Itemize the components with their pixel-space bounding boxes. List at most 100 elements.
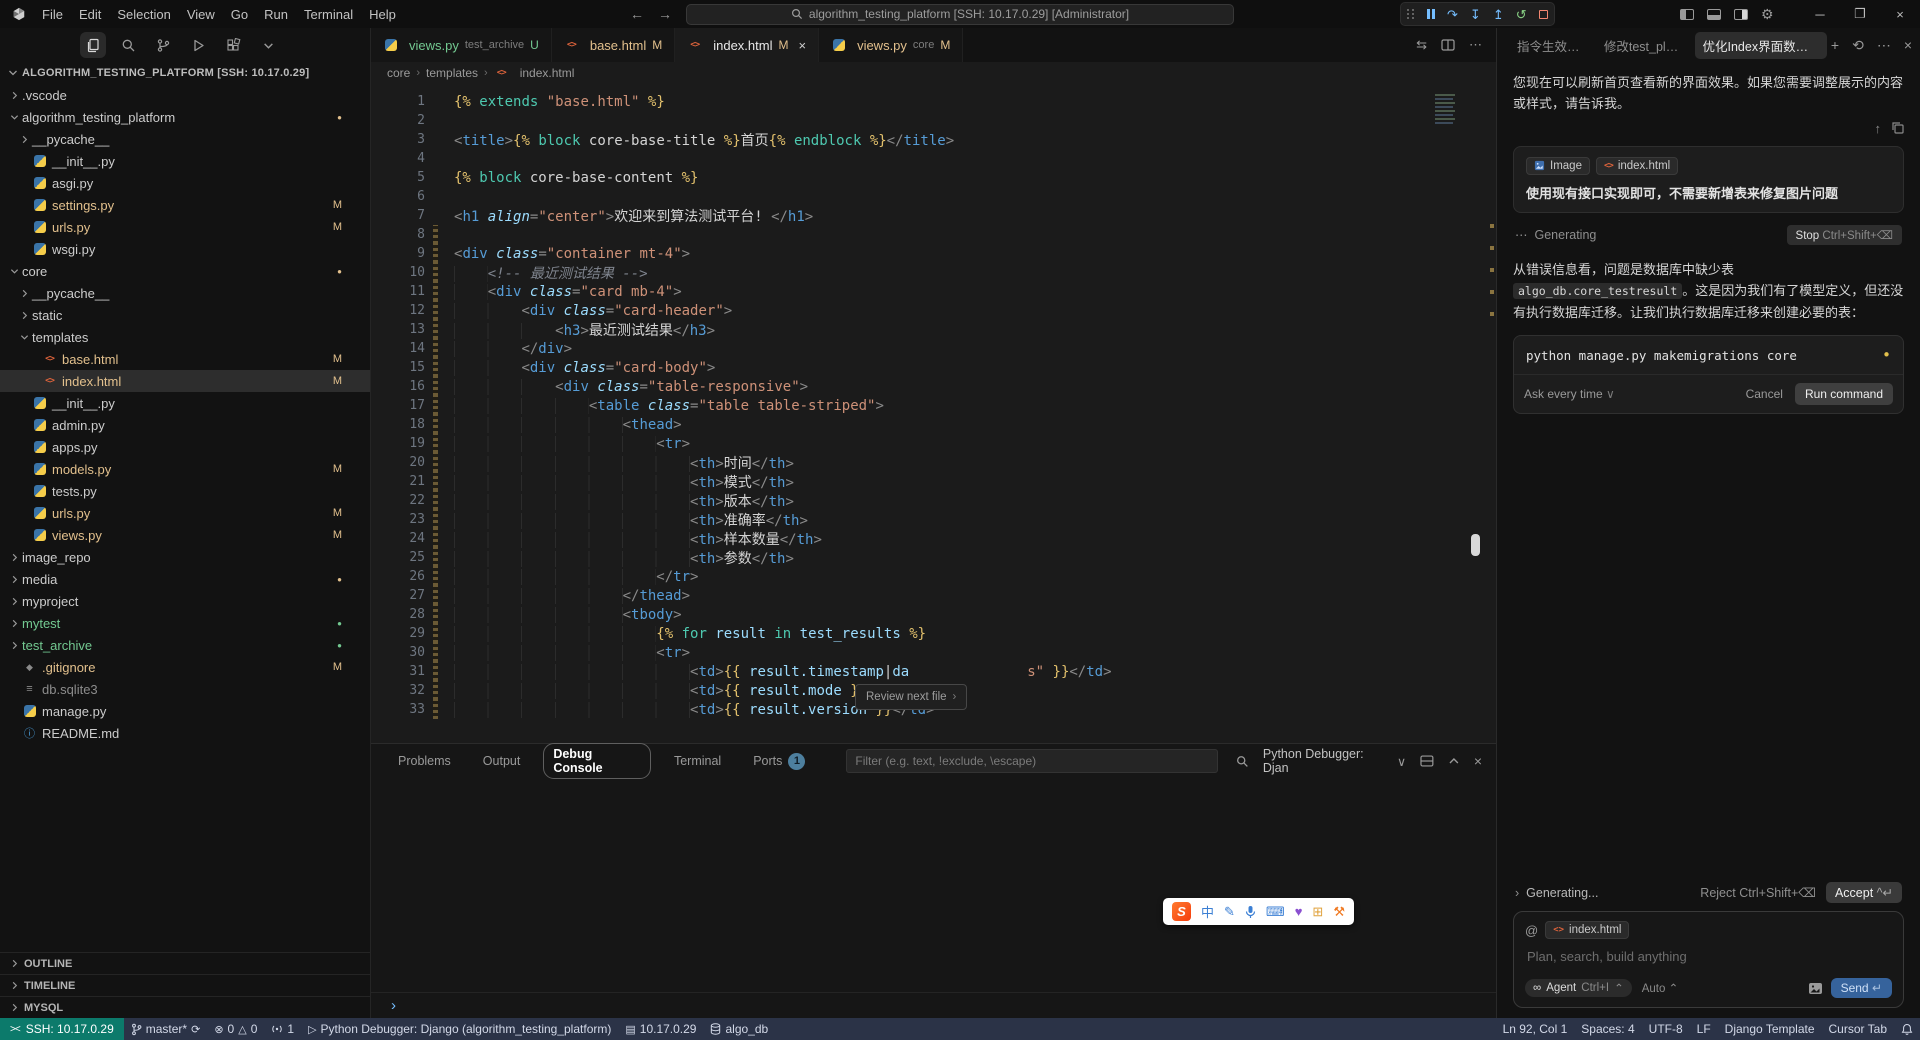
- accept-button[interactable]: Accept ^↵: [1825, 882, 1902, 903]
- minimap[interactable]: [1432, 92, 1458, 126]
- ask-every-time-dropdown[interactable]: Ask every time ∨: [1524, 387, 1615, 401]
- problems-item[interactable]: ⊗ 0 △ 0: [207, 1022, 264, 1036]
- sogou-logo-icon[interactable]: S: [1172, 902, 1191, 921]
- minimize-button[interactable]: ─: [1800, 0, 1840, 28]
- tree-item-test_archive[interactable]: test_archive ●: [0, 634, 370, 656]
- tree-item-algorithm_testing_platform[interactable]: algorithm_testing_platform ●: [0, 106, 370, 128]
- ime-toolbar[interactable]: S 中 ✎ ⌨ ♥ ⊞ ⚒: [1163, 898, 1354, 925]
- breadcrumb[interactable]: core › templates › <> index.html: [371, 62, 1496, 84]
- tree-item-tests.py[interactable]: tests.py: [0, 480, 370, 502]
- tree-item-templates[interactable]: templates: [0, 326, 370, 348]
- customize-layout-gear-icon[interactable]: ⚙: [1761, 6, 1774, 23]
- tree-item-urls.py[interactable]: urls.py M: [0, 502, 370, 524]
- tree-item-image_repo[interactable]: image_repo: [0, 546, 370, 568]
- run-command-button[interactable]: Run command: [1794, 383, 1893, 406]
- close-tab-icon[interactable]: ×: [798, 38, 806, 53]
- toggle-primary-sidebar-icon[interactable]: [1680, 8, 1694, 20]
- more-actions-icon[interactable]: ⋯: [1469, 37, 1482, 53]
- microphone-icon[interactable]: [1245, 905, 1256, 919]
- tree-item-static[interactable]: static: [0, 304, 370, 326]
- indentation-item[interactable]: Spaces: 4: [1574, 1022, 1641, 1036]
- split-editor-icon[interactable]: [1441, 39, 1455, 51]
- menu-run[interactable]: Run: [256, 4, 296, 25]
- cursor-position-item[interactable]: Ln 92, Col 1: [1496, 1022, 1575, 1036]
- tab-base.html[interactable]: <> base.html M: [551, 28, 676, 62]
- toggle-panel-icon[interactable]: [1707, 8, 1721, 20]
- debug-filter-input[interactable]: [846, 749, 1219, 773]
- panel-tab-terminal[interactable]: Terminal: [665, 751, 730, 771]
- menu-selection[interactable]: Selection: [109, 4, 178, 25]
- debug-session-item[interactable]: ▷ Python Debugger: Django (algorithm_tes…: [301, 1022, 618, 1036]
- nav-back-icon[interactable]: ←: [630, 6, 644, 22]
- breadcrumb-item-index.html[interactable]: index.html: [520, 66, 575, 80]
- tree-item-__init__.py[interactable]: __init__.py: [0, 150, 370, 172]
- sidebar-section-timeline[interactable]: TIMELINE: [0, 974, 370, 996]
- reject-button[interactable]: Reject Ctrl+Shift+⌫: [1700, 885, 1816, 900]
- language-mode-item[interactable]: Django Template: [1718, 1022, 1822, 1036]
- ai-chat-tab[interactable]: 修改test_plan字: [1596, 32, 1691, 59]
- tree-item-.gitignore[interactable]: ◆ .gitignore M: [0, 656, 370, 678]
- tree-item-views.py[interactable]: views.py M: [0, 524, 370, 546]
- handwriting-pen-icon[interactable]: ✎: [1224, 904, 1235, 920]
- chevron-down-icon[interactable]: [255, 32, 281, 58]
- code-editor[interactable]: 1 {% extends "base.html" %} 2 3 <title>{% bl…: [371, 84, 1496, 743]
- panel-tab-output[interactable]: Output: [474, 751, 530, 771]
- extensions-icon[interactable]: [220, 32, 246, 58]
- tree-item-README.md[interactable]: ⓘ README.md: [0, 722, 370, 744]
- image-attachment-chip[interactable]: Image: [1526, 156, 1590, 175]
- breadcrumb-item-core[interactable]: core: [387, 66, 410, 80]
- panel-tab-problems[interactable]: Problems: [389, 751, 460, 771]
- tree-item-settings.py[interactable]: settings.py M: [0, 194, 370, 216]
- pause-button[interactable]: [1427, 9, 1435, 19]
- notifications-bell-icon[interactable]: [1894, 1023, 1920, 1036]
- breadcrumb-item-templates[interactable]: templates: [426, 66, 478, 80]
- chat-input-card[interactable]: @ <> index.html Plan, search, build anyt…: [1513, 911, 1904, 1008]
- panel-tab-debug-console[interactable]: Debug Console: [543, 743, 651, 779]
- copy-icon[interactable]: [1891, 121, 1904, 134]
- tree-item-asgi.py[interactable]: asgi.py: [0, 172, 370, 194]
- tab-index.html[interactable]: <> index.html M ×: [675, 28, 820, 62]
- scroll-up-icon[interactable]: ↑: [1875, 121, 1882, 136]
- tree-item-db.sqlite3[interactable]: ≡ db.sqlite3: [0, 678, 370, 700]
- tab-views.py-test_archive[interactable]: views.py test_archive U: [371, 28, 552, 62]
- drag-handle-icon[interactable]: [1407, 9, 1415, 19]
- tree-item-wsgi.py[interactable]: wsgi.py: [0, 238, 370, 260]
- git-branch-item[interactable]: master* ⟳: [124, 1022, 208, 1036]
- cursor-tab-item[interactable]: Cursor Tab: [1822, 1022, 1894, 1036]
- source-control-icon[interactable]: [150, 32, 176, 58]
- tree-item-core[interactable]: core ●: [0, 260, 370, 282]
- tree-item-media[interactable]: media ●: [0, 568, 370, 590]
- attach-image-icon[interactable]: [1808, 982, 1823, 995]
- keyboard-icon[interactable]: ⌨: [1266, 904, 1285, 920]
- run-debug-icon[interactable]: [185, 32, 211, 58]
- panel-tab-ports[interactable]: Ports 1: [744, 750, 814, 773]
- workspace-root-row[interactable]: ALGORITHM_TESTING_PLATFORM [SSH: 10.17.0…: [0, 62, 370, 84]
- host-item[interactable]: ▤ 10.17.0.29: [618, 1022, 703, 1036]
- tree-item-.vscode[interactable]: .vscode: [0, 84, 370, 106]
- tree-item-manage.py[interactable]: manage.py: [0, 700, 370, 722]
- restore-button[interactable]: ❐: [1840, 0, 1880, 28]
- debug-repl-prompt[interactable]: ›: [371, 992, 1496, 1018]
- close-panel-icon[interactable]: ×: [1474, 753, 1482, 769]
- close-button[interactable]: ×: [1880, 0, 1920, 28]
- step-over-button[interactable]: ↷: [1447, 8, 1458, 21]
- tree-item-myproject[interactable]: myproject: [0, 590, 370, 612]
- close-chat-icon[interactable]: ×: [1904, 37, 1912, 53]
- agent-mode-dropdown[interactable]: ∞ Agent Ctrl+I ⌃: [1525, 979, 1632, 997]
- ports-item[interactable]: 1: [264, 1022, 301, 1036]
- explorer-icon[interactable]: [80, 32, 106, 58]
- open-changes-icon[interactable]: ⇆: [1416, 37, 1427, 53]
- tab-views.py-core[interactable]: views.py core M: [819, 28, 964, 62]
- model-auto-dropdown[interactable]: Auto ⌃: [1642, 981, 1679, 995]
- apps-grid-icon[interactable]: ⊞: [1312, 904, 1323, 920]
- cancel-command-button[interactable]: Cancel: [1746, 387, 1783, 401]
- mention-at-symbol[interactable]: @: [1525, 923, 1538, 938]
- sidebar-section-mysql[interactable]: MYSQL: [0, 996, 370, 1018]
- sidebar-section-outline[interactable]: OUTLINE: [0, 952, 370, 974]
- toggle-secondary-sidebar-icon[interactable]: [1734, 8, 1748, 20]
- step-out-button[interactable]: ↥: [1493, 8, 1504, 21]
- tree-item-__init__.py[interactable]: __init__.py: [0, 392, 370, 414]
- stop-generating-button[interactable]: Stop Ctrl+Shift+⌫: [1786, 224, 1902, 245]
- debug-console-output[interactable]: [371, 778, 1496, 992]
- step-into-button[interactable]: ↧: [1470, 8, 1481, 21]
